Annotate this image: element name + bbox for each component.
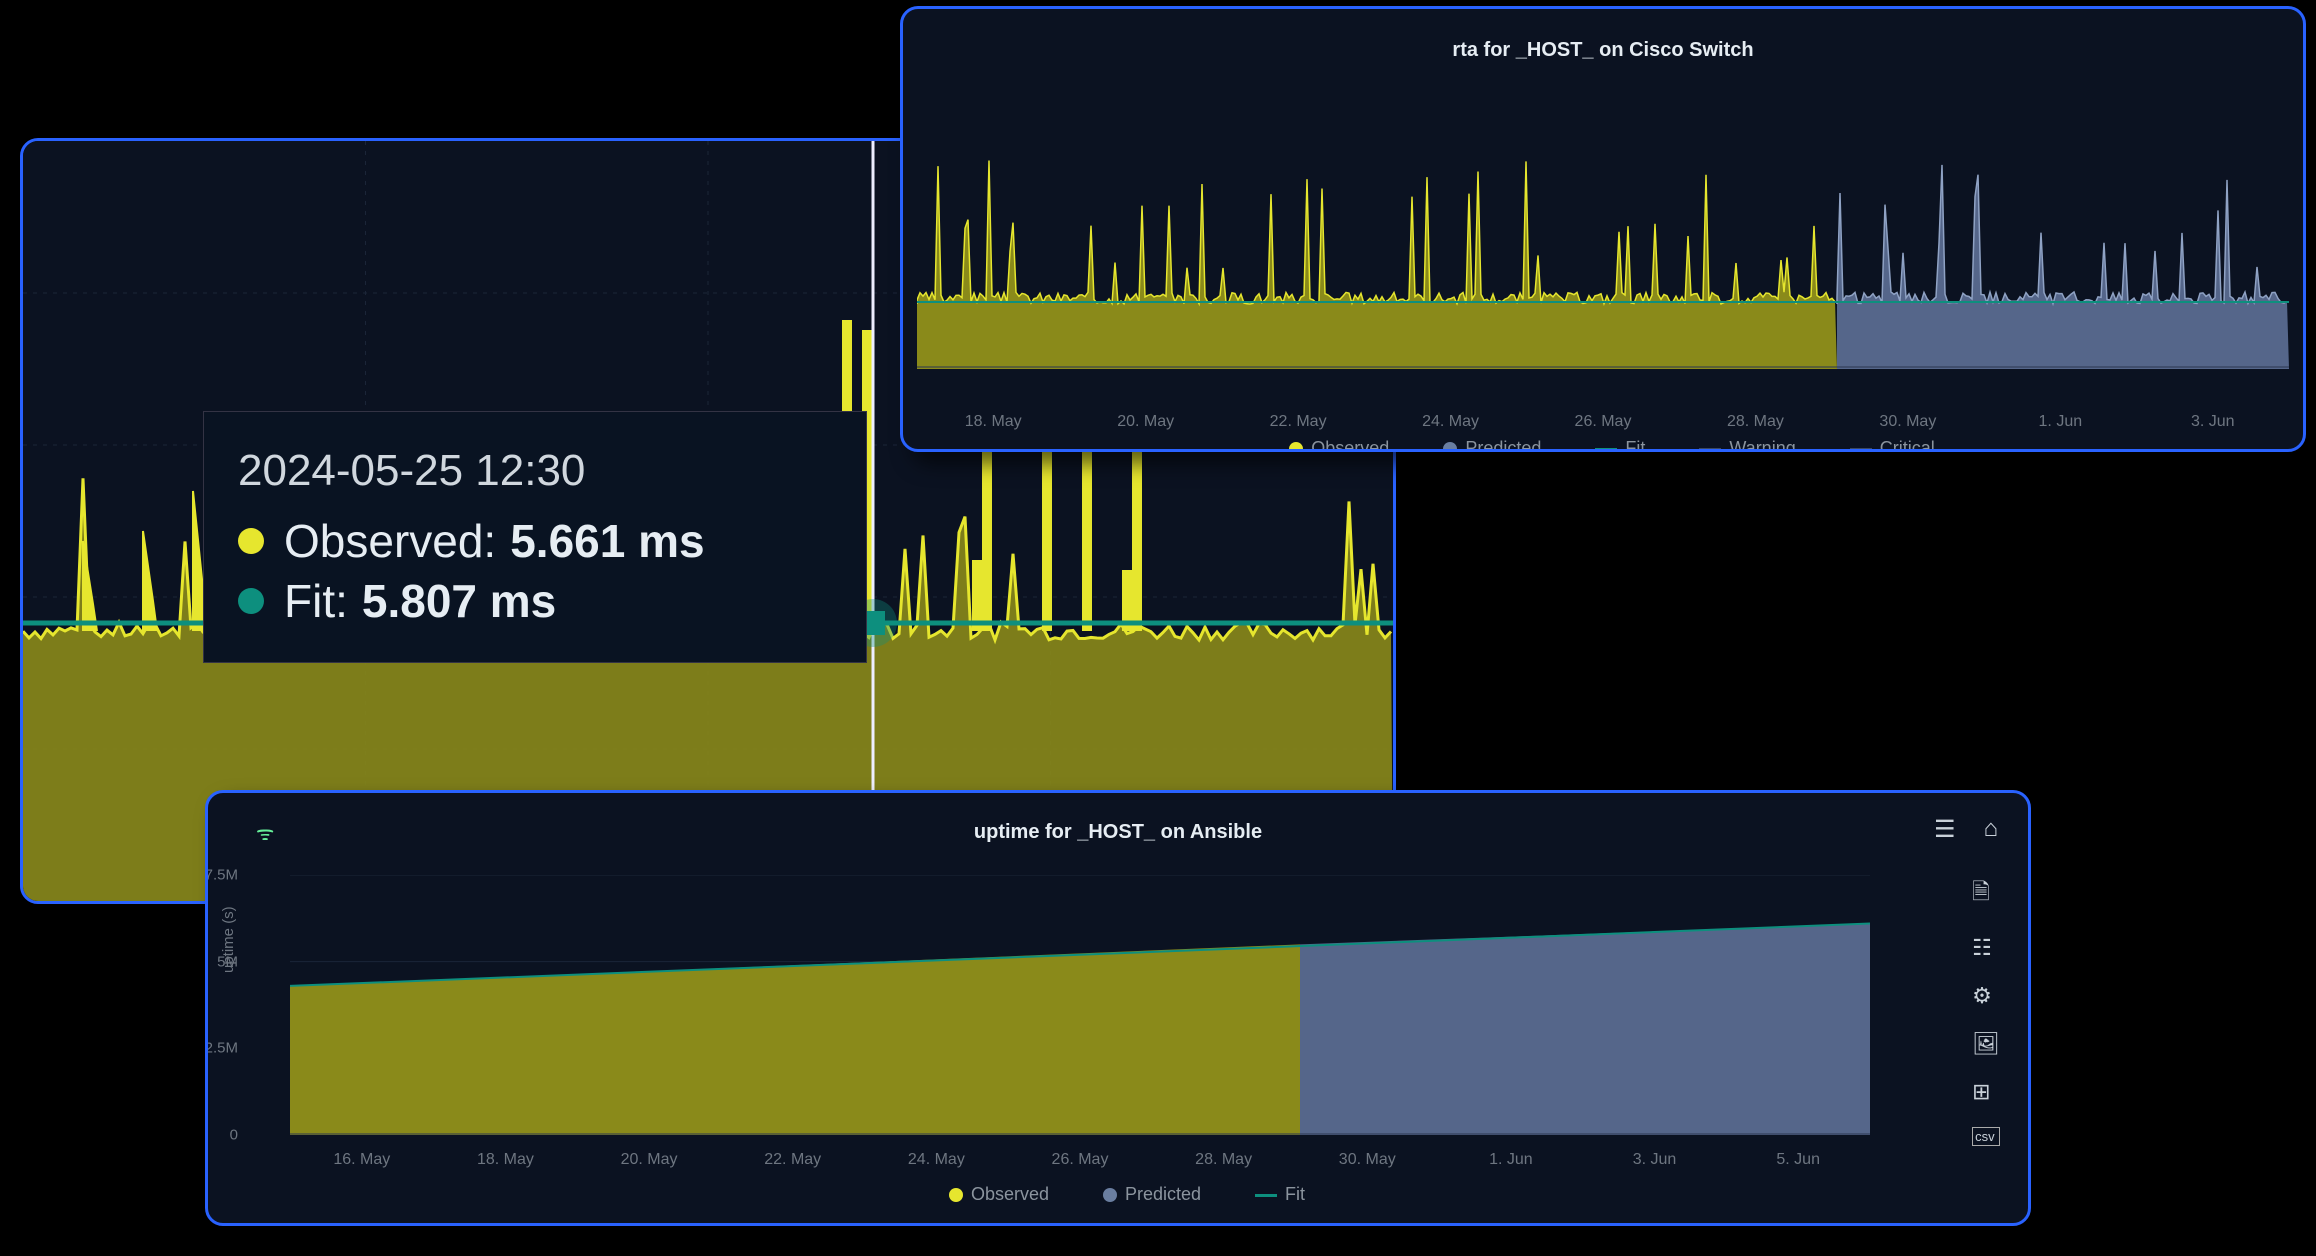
x-tick-label: 28. May — [1195, 1151, 1252, 1169]
x-tick-label: 18. May — [965, 413, 1022, 431]
legend-swatch-icon — [1255, 1194, 1277, 1197]
x-tick-label: 28. May — [1727, 413, 1784, 431]
x-tick-label: 24. May — [1422, 413, 1479, 431]
x-tick-label: 3. Jun — [2191, 413, 2235, 431]
legend-item[interactable]: Predicted — [1425, 438, 1541, 452]
chart-tooltip: 2024-05-25 12:30 Observed: 5.661 ms Fit:… — [203, 411, 867, 663]
legend-item[interactable]: Critical — [1832, 438, 1935, 452]
menu-icon[interactable]: ☰ — [1934, 815, 1956, 844]
x-tick-label: 5. Jun — [1776, 1151, 1820, 1169]
y-tick-label: 2.5M — [205, 1040, 238, 1057]
chart-title: uptime for _HOST_ on Ansible — [238, 821, 1998, 844]
chart-legend: Observed Predicted Fit Warning Critical — [903, 438, 2303, 452]
x-tick-label: 18. May — [477, 1151, 534, 1169]
legend-item[interactable]: Observed — [1271, 438, 1389, 452]
x-tick-label: 26. May — [1575, 413, 1632, 431]
x-tick-label: 30. May — [1339, 1151, 1396, 1169]
chart-title: rta for _HOST_ on Cisco Switch — [903, 39, 2303, 62]
csv-icon[interactable]: csv — [1972, 1127, 2000, 1146]
x-tick-label: 26. May — [1052, 1151, 1109, 1169]
legend-swatch-icon — [1289, 442, 1303, 452]
legend-item[interactable]: Observed — [931, 1184, 1049, 1204]
legend-item[interactable]: Predicted — [1085, 1184, 1201, 1204]
tooltip-label: Fit: — [284, 574, 348, 628]
tooltip-row: Fit: 5.807 ms — [238, 574, 818, 628]
legend-swatch-icon — [1443, 442, 1457, 452]
chart-plot-rta[interactable] — [917, 129, 2289, 369]
doc-icon[interactable]: 🗎 — [1972, 875, 2000, 913]
legend-dot-icon — [238, 588, 264, 614]
image-icon[interactable]: 🖼 — [1972, 1031, 2000, 1057]
x-tick-label: 16. May — [333, 1151, 390, 1169]
legend-swatch-icon — [1103, 1188, 1117, 1202]
x-tick-label: 3. Jun — [1633, 1151, 1677, 1169]
legend-swatch-icon — [1699, 448, 1721, 451]
chart-panel-rta[interactable]: rta for _HOST_ on Cisco Switch 18. May 20… — [900, 6, 2306, 452]
table-icon[interactable]: ⊞ — [1972, 1079, 2000, 1105]
x-tick-label: 1. Jun — [1489, 1151, 1533, 1169]
gear-icon[interactable]: ⚙ — [1972, 983, 2000, 1009]
x-tick-label: 20. May — [1117, 413, 1174, 431]
x-tick-label: 1. Jun — [2039, 413, 2083, 431]
x-tick-label: 20. May — [621, 1151, 678, 1169]
legend-dot-icon — [238, 528, 264, 554]
x-tick-label: 30. May — [1879, 413, 1936, 431]
x-tick-label: 22. May — [1270, 413, 1327, 431]
legend-swatch-icon — [949, 1188, 963, 1202]
chart-panel-uptime[interactable]: ᯤ uptime for _HOST_ on Ansible ☰ ⌂ 🗎☷⚙🖼⊞… — [205, 790, 2031, 1226]
y-tick-label: 7.5M — [205, 867, 238, 884]
tooltip-timestamp: 2024-05-25 12:30 — [238, 446, 818, 496]
legend-swatch-icon — [1850, 448, 1872, 451]
home-icon[interactable]: ⌂ — [1984, 815, 1999, 844]
legend-swatch-icon — [1595, 448, 1617, 451]
tooltip-label: Observed: — [284, 514, 496, 568]
x-tick-label: 22. May — [764, 1151, 821, 1169]
y-tick-label: 5M — [217, 953, 238, 970]
tooltip-value: 5.661 ms — [510, 514, 704, 568]
legend-item[interactable]: Fit — [1237, 1184, 1305, 1204]
chart-legend: Observed Predicted Fit — [208, 1184, 2028, 1205]
tooltip-row: Observed: 5.661 ms — [238, 514, 818, 568]
chart-plot-uptime[interactable] — [290, 875, 1870, 1135]
list-icon[interactable]: ☷ — [1972, 935, 2000, 961]
tooltip-value: 5.807 ms — [362, 574, 556, 628]
y-tick-label: 0 — [230, 1127, 238, 1144]
x-tick-label: 24. May — [908, 1151, 965, 1169]
legend-item[interactable]: Fit — [1577, 438, 1645, 452]
legend-item[interactable]: Warning — [1681, 438, 1795, 452]
